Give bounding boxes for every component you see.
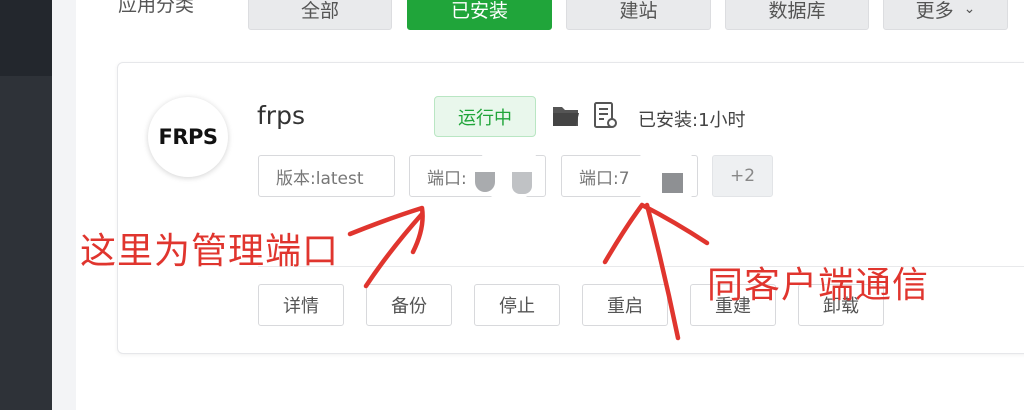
backup-label: 备份 bbox=[391, 296, 427, 317]
redaction-blob bbox=[512, 172, 532, 194]
app-logo: FRPS bbox=[148, 97, 228, 177]
category-all-label: 全部 bbox=[300, 0, 339, 22]
tag-management-port-label: 端口: bbox=[427, 168, 467, 189]
annotation-client-communication: 同客户端通信 bbox=[707, 265, 930, 306]
tag-client-port-label: 端口:7 bbox=[579, 168, 630, 189]
stop-button[interactable]: 停止 bbox=[474, 284, 560, 326]
annotation-management-port: 这里为管理端口 bbox=[80, 231, 340, 272]
category-website-label: 建站 bbox=[619, 0, 658, 22]
category-more-button[interactable]: 更多 ⌄ bbox=[883, 0, 1008, 30]
more-tags-button[interactable]: +2 bbox=[712, 155, 773, 197]
tag-version-label: 版本:latest bbox=[276, 168, 364, 189]
redaction-blob bbox=[662, 173, 683, 193]
category-all-button[interactable]: 全部 bbox=[248, 0, 392, 30]
status-badge[interactable]: 运行中 bbox=[434, 96, 536, 137]
backup-button[interactable]: 备份 bbox=[366, 284, 452, 326]
category-database-label: 数据库 bbox=[768, 0, 826, 22]
category-installed-button[interactable]: 已安装 bbox=[407, 0, 552, 30]
category-website-button[interactable]: 建站 bbox=[566, 0, 711, 30]
sidebar-top-section bbox=[0, 0, 52, 76]
category-installed-label: 已安装 bbox=[450, 0, 508, 22]
category-label: 应用分类 bbox=[118, 0, 195, 16]
details-button[interactable]: 详情 bbox=[258, 284, 344, 326]
tag-version: 版本:latest bbox=[258, 155, 395, 197]
category-database-button[interactable]: 数据库 bbox=[725, 0, 869, 30]
sidebar-gutter bbox=[52, 0, 76, 410]
restart-button[interactable]: 重启 bbox=[582, 284, 668, 326]
redaction-mask bbox=[478, 140, 540, 202]
installed-time: 已安装:1小时 bbox=[638, 110, 746, 131]
log-file-icon[interactable] bbox=[593, 102, 619, 130]
more-tags-label: +2 bbox=[729, 166, 756, 186]
details-label: 详情 bbox=[283, 296, 319, 317]
stop-label: 停止 bbox=[499, 296, 535, 317]
category-more-label: 更多 bbox=[915, 0, 954, 22]
restart-label: 重启 bbox=[607, 296, 643, 317]
redaction-blob bbox=[475, 172, 495, 192]
app-name: frps bbox=[257, 101, 305, 130]
chevron-down-icon: ⌄ bbox=[963, 1, 976, 17]
folder-icon[interactable] bbox=[552, 104, 580, 128]
app-logo-text: FRPS bbox=[158, 125, 218, 149]
sidebar bbox=[0, 0, 52, 410]
